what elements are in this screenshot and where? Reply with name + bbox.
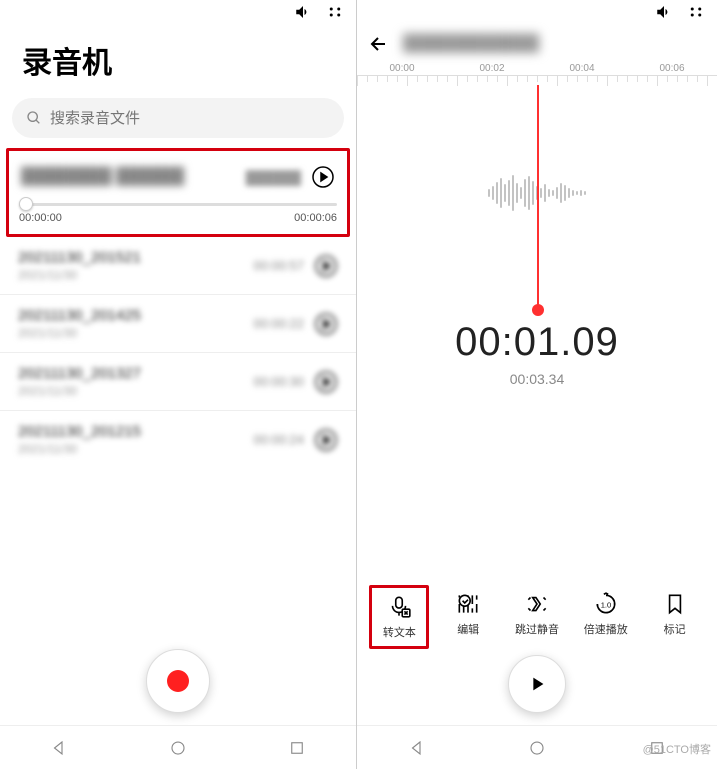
play-circle-icon[interactable] [311, 165, 335, 189]
play-button[interactable] [508, 655, 566, 713]
playback-title: ████████████ [403, 35, 707, 53]
play-icon [526, 673, 548, 695]
transcribe-icon [386, 594, 412, 620]
recording-date: 2021/11/30 [18, 442, 141, 456]
playback-header: ████████████ [357, 24, 717, 60]
timeline-tick-labels: 00:00 00:02 00:04 00:06 [357, 59, 717, 74]
nav-home-icon[interactable] [169, 739, 187, 757]
search-box[interactable] [12, 98, 344, 138]
selected-recording-info: ██████ [246, 170, 301, 185]
tool-transcribe[interactable]: 转文本 [369, 585, 429, 649]
recording-name: 20211130_201521 [18, 249, 141, 266]
list-item[interactable]: 20211130_201327 2021/11/30 00:00:30 [0, 353, 356, 411]
recording-name: 20211130_201215 [18, 423, 141, 440]
volume-icon [294, 3, 312, 21]
title-row: 录音机 [0, 24, 356, 98]
recording-date: 2021/11/30 [18, 268, 141, 282]
recording-list: 20211130_201521 2021/11/30 00:00:57 2021… [0, 237, 356, 468]
toolbar: 转文本 编辑 跳过静音 1.0 倍速播放 标记 [357, 585, 717, 649]
skip-silence-icon [524, 591, 550, 617]
current-time-display: 00:01.09 [357, 320, 717, 365]
time-labels: 00:00:00 00:00:06 [9, 208, 347, 234]
tool-label: 标记 [664, 621, 686, 637]
speed-icon: 1.0 [593, 591, 619, 617]
selected-recording-name: ████████ ██████ [21, 168, 184, 186]
page-title: 录音机 [22, 38, 334, 82]
tool-bookmark[interactable]: 标记 [645, 585, 705, 649]
search-icon [26, 110, 42, 126]
play-circle-icon[interactable] [314, 312, 338, 336]
recorder-list-screen: 录音机 ████████ ██████ ██████ 00:00:00 00:0… [0, 0, 357, 769]
nav-back-icon[interactable] [408, 739, 426, 757]
nav-home-icon[interactable] [528, 739, 546, 757]
bookmark-icon [662, 591, 688, 617]
recording-duration: 00:00:30 [253, 374, 304, 389]
start-time: 00:00:00 [19, 212, 62, 224]
status-bar [0, 0, 356, 24]
list-item[interactable]: 20211130_201425 2021/11/30 00:00:22 [0, 295, 356, 353]
watermark: @51CTO博客 [643, 741, 711, 757]
tool-label: 转文本 [383, 624, 416, 640]
recording-date: 2021/11/30 [18, 384, 141, 398]
play-circle-icon[interactable] [314, 428, 338, 452]
play-circle-icon[interactable] [314, 370, 338, 394]
recording-name: 20211130_201327 [18, 365, 141, 382]
waveform-area[interactable] [357, 85, 717, 300]
playback-screen: ████████████ 00:00 00:02 00:04 00:06 00:… [357, 0, 717, 769]
tool-label: 倍速播放 [584, 621, 628, 637]
recording-duration: 00:00:24 [253, 432, 304, 447]
android-navbar [0, 725, 356, 769]
end-time: 00:00:06 [294, 212, 337, 224]
recording-date: 2021/11/30 [18, 326, 141, 340]
tool-speed[interactable]: 1.0 倍速播放 [576, 585, 636, 649]
tool-label: 编辑 [457, 621, 479, 637]
volume-icon [655, 3, 673, 21]
back-arrow-icon[interactable] [367, 32, 391, 56]
nav-back-icon[interactable] [50, 739, 68, 757]
tool-skip-silence[interactable]: 跳过静音 [507, 585, 567, 649]
more-icon [687, 3, 705, 21]
playback-slider[interactable] [9, 195, 347, 208]
edit-icon [455, 591, 481, 617]
search-input[interactable] [50, 110, 330, 127]
record-dot-icon [167, 670, 189, 692]
tool-edit[interactable]: 编辑 [438, 585, 498, 649]
status-bar [357, 0, 717, 24]
record-button[interactable] [146, 649, 210, 713]
svg-text:1.0: 1.0 [601, 600, 612, 609]
more-icon [326, 3, 344, 21]
recording-duration: 00:00:57 [253, 258, 304, 273]
list-item[interactable]: 20211130_201215 2021/11/30 00:00:24 [0, 411, 356, 468]
selected-recording-card[interactable]: ████████ ██████ ██████ 00:00:00 00:00:06 [6, 148, 350, 237]
play-circle-icon[interactable] [314, 254, 338, 278]
playhead-indicator[interactable] [537, 85, 539, 310]
recording-name: 20211130_201425 [18, 307, 141, 324]
recording-duration: 00:00:22 [253, 316, 304, 331]
timeline-ruler [357, 75, 717, 85]
total-time-display: 00:03.34 [357, 371, 717, 387]
nav-recent-icon[interactable] [288, 739, 306, 757]
tool-label: 跳过静音 [515, 621, 559, 637]
list-item[interactable]: 20211130_201521 2021/11/30 00:00:57 [0, 237, 356, 295]
